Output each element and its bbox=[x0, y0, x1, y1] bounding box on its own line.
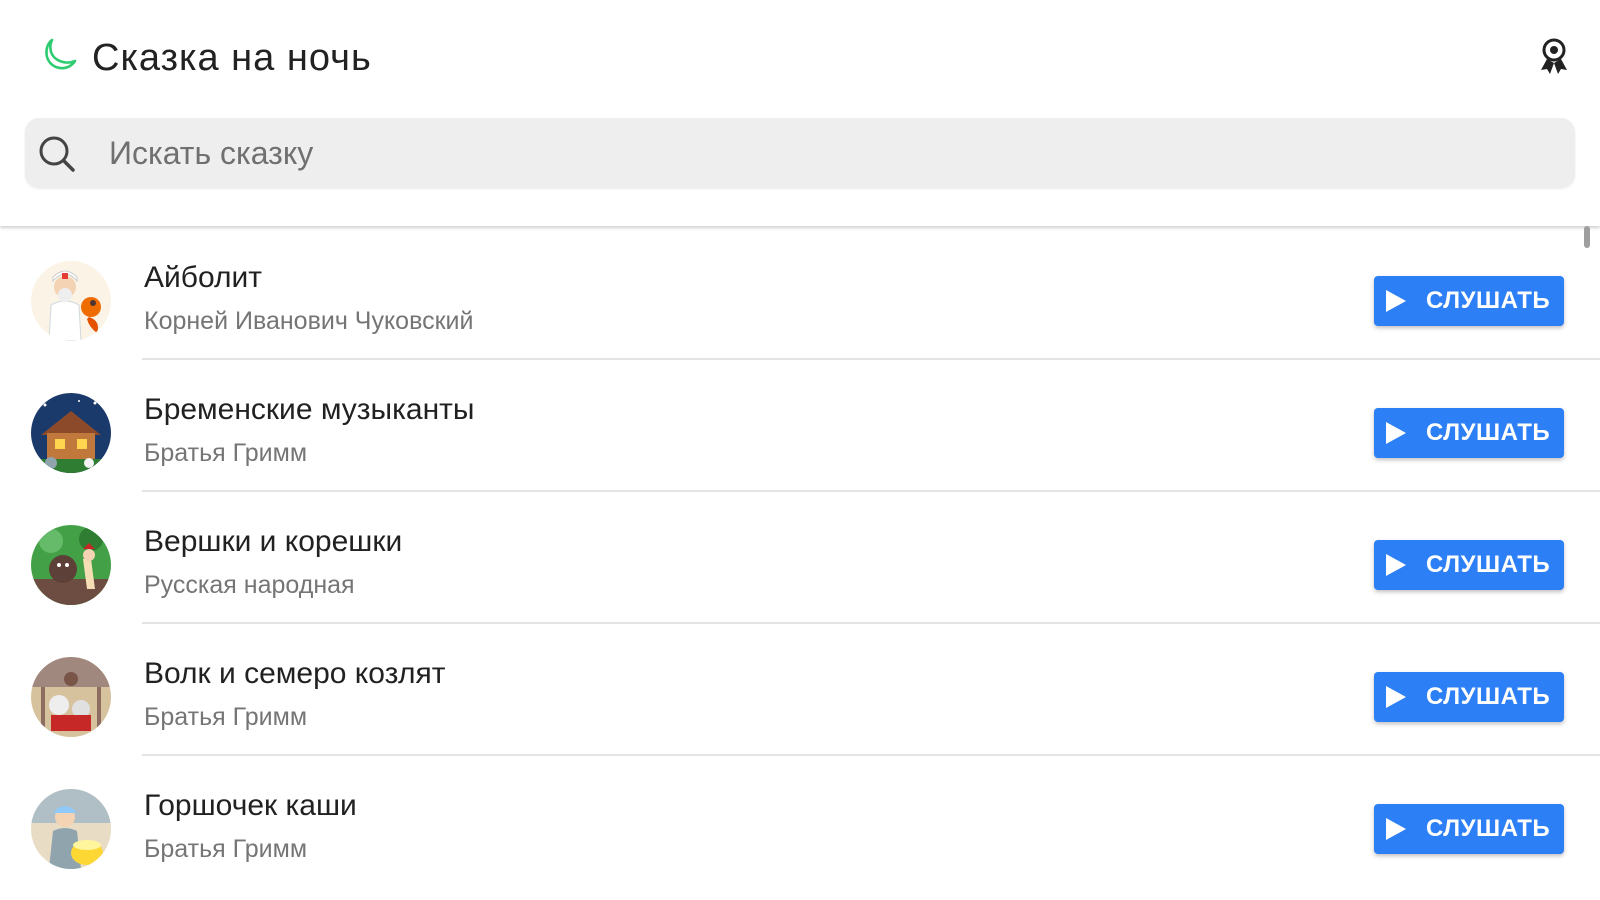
listen-button[interactable]: СЛУШАТЬ bbox=[1374, 408, 1564, 458]
listen-button-label: СЛУШАТЬ bbox=[1426, 419, 1551, 446]
play-icon bbox=[1386, 554, 1406, 576]
play-icon bbox=[1386, 290, 1406, 312]
app-header: Сказка на ночь bbox=[0, 0, 1600, 226]
story-item-aibolit[interactable]: Айболит Корней Иванович Чуковский СЛУШАТ… bbox=[0, 228, 1600, 360]
search-icon bbox=[39, 136, 75, 172]
story-item-wolf-and-seven-kids[interactable]: Волк и семеро козлят Братья Гримм СЛУШАТ… bbox=[0, 624, 1600, 756]
story-author: Русская народная bbox=[144, 571, 355, 599]
story-author: Братья Гримм bbox=[144, 703, 308, 731]
story-title[interactable]: Горшочек каши bbox=[144, 788, 357, 824]
listen-button-label: СЛУШАТЬ bbox=[1426, 815, 1551, 842]
scrollbar[interactable] bbox=[1584, 226, 1590, 248]
play-icon bbox=[1386, 686, 1406, 708]
story-list: Айболит Корней Иванович Чуковский СЛУШАТ… bbox=[0, 228, 1600, 888]
story-cover-aibolit bbox=[31, 261, 111, 341]
story-cover-wolf-and-seven-kids bbox=[31, 657, 111, 737]
crescent-moon-icon bbox=[45, 38, 77, 70]
account-badge-icon bbox=[1541, 38, 1567, 74]
play-icon bbox=[1386, 818, 1406, 840]
play-icon bbox=[1386, 422, 1406, 444]
story-cover-bremen-musicians bbox=[31, 393, 111, 473]
listen-button[interactable]: СЛУШАТЬ bbox=[1374, 540, 1564, 590]
story-author: Братья Гримм bbox=[144, 439, 308, 467]
story-cover-magic-pot bbox=[31, 789, 111, 869]
story-title[interactable]: Айболит bbox=[144, 260, 262, 296]
account-button[interactable] bbox=[1532, 34, 1576, 78]
listen-button[interactable]: СЛУШАТЬ bbox=[1374, 276, 1564, 326]
story-item-tops-and-roots[interactable]: Вершки и корешки Русская народная СЛУШАТ… bbox=[0, 492, 1600, 624]
app-root: Сказка на ночь Искать сказку Айболит Кор… bbox=[0, 0, 1600, 900]
listen-button[interactable]: СЛУШАТЬ bbox=[1374, 672, 1564, 722]
story-cover-tops-and-roots bbox=[31, 525, 111, 605]
story-author: Корней Иванович Чуковский bbox=[144, 307, 474, 335]
listen-button[interactable]: СЛУШАТЬ bbox=[1374, 804, 1564, 854]
search-input[interactable] bbox=[109, 118, 1549, 188]
app-title: Сказка на ночь bbox=[92, 37, 372, 79]
listen-button-label: СЛУШАТЬ bbox=[1426, 287, 1551, 314]
story-item-magic-pot[interactable]: Горшочек каши Братья Гримм СЛУШАТЬ bbox=[0, 756, 1600, 888]
story-title[interactable]: Вершки и корешки bbox=[144, 524, 402, 560]
story-author: Братья Гримм bbox=[144, 835, 308, 863]
search-bar bbox=[25, 118, 1575, 188]
listen-button-label: СЛУШАТЬ bbox=[1426, 551, 1551, 578]
story-title[interactable]: Волк и семеро козлят bbox=[144, 656, 446, 692]
story-title[interactable]: Бременские музыканты bbox=[144, 392, 474, 428]
story-item-bremen-musicians[interactable]: Бременские музыканты Братья Гримм СЛУШАТ… bbox=[0, 360, 1600, 492]
listen-button-label: СЛУШАТЬ bbox=[1426, 683, 1551, 710]
